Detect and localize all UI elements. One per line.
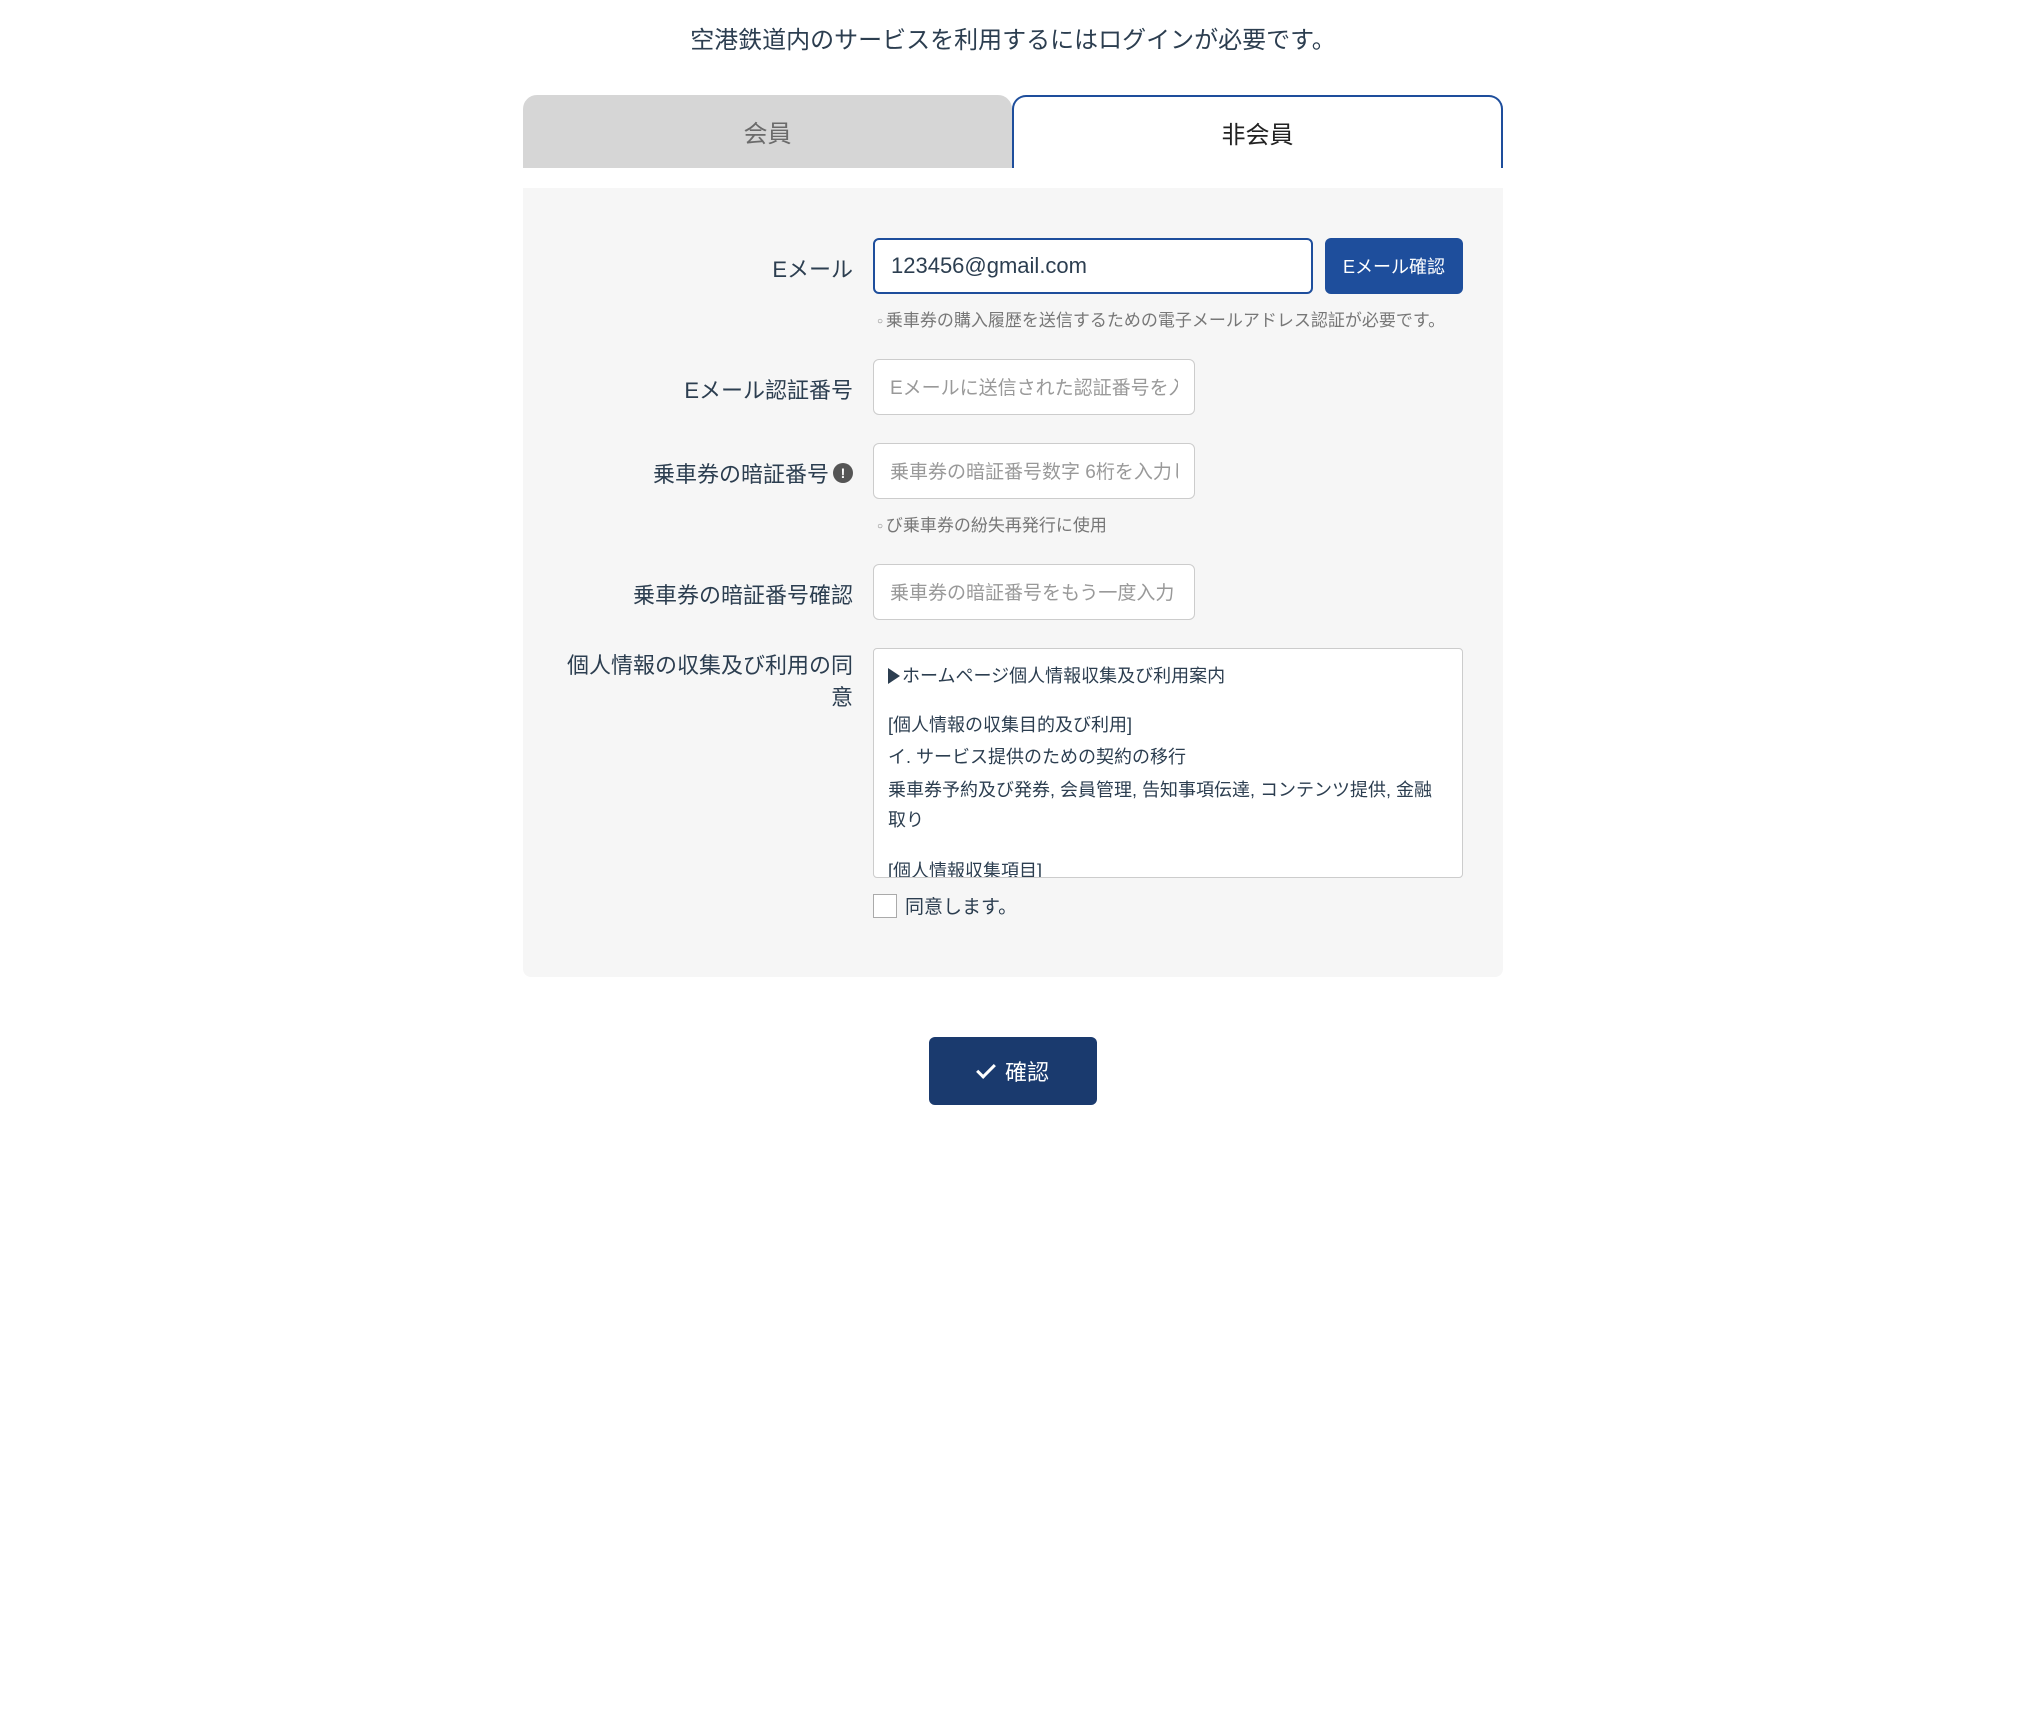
terms-body: [個人情報の収集目的及び利用] イ. サービス提供のための契約の移行 乗車券予約… bbox=[888, 710, 1448, 878]
row-privacy: 個人情報の収集及び利用の同意 ホームページ個人情報収集及び利用案内 [個人情報の… bbox=[563, 648, 1463, 919]
label-pin-text: 乗車券の暗証番号 bbox=[653, 457, 829, 489]
label-pin-confirm: 乗車券の暗証番号確認 bbox=[563, 564, 873, 610]
label-privacy: 個人情報の収集及び利用の同意 bbox=[563, 648, 873, 712]
pin-help-text: び乗車券の紛失再発行に使用 bbox=[873, 511, 1463, 536]
label-email: Eメール bbox=[563, 238, 873, 284]
row-auth-code: Eメール認証番号 bbox=[563, 359, 1463, 415]
agree-checkbox[interactable] bbox=[873, 894, 897, 918]
submit-row: 確認 bbox=[40, 1037, 1986, 1105]
email-help-text: 乗車券の購入履歴を送信するための電子メールアドレス認証が必要です。 bbox=[873, 306, 1463, 331]
pin-confirm-input[interactable] bbox=[873, 564, 1195, 620]
submit-button[interactable]: 確認 bbox=[929, 1037, 1097, 1105]
terms-section1-line1: イ. サービス提供のための契約の移行 bbox=[888, 742, 1448, 773]
email-input[interactable] bbox=[873, 238, 1313, 294]
label-auth-code: Eメール認証番号 bbox=[563, 359, 873, 405]
terms-heading-text: ホームページ個人情報収集及び利用案内 bbox=[902, 661, 1225, 692]
email-verify-button[interactable]: Eメール確認 bbox=[1325, 238, 1463, 294]
terms-box[interactable]: ホームページ個人情報収集及び利用案内 [個人情報の収集目的及び利用] イ. サー… bbox=[873, 648, 1463, 878]
row-email: Eメール Eメール確認 乗車券の購入履歴を送信するための電子メールアドレス認証が… bbox=[563, 238, 1463, 331]
tabs: 会員 非会員 bbox=[523, 95, 1503, 168]
tab-member[interactable]: 会員 bbox=[523, 95, 1012, 168]
page-subtitle: 空港鉄道内のサービスを利用するにはログインが必要です。 bbox=[40, 20, 1986, 55]
form-container: Eメール Eメール確認 乗車券の購入履歴を送信するための電子メールアドレス認証が… bbox=[523, 188, 1503, 977]
check-icon bbox=[976, 1059, 996, 1079]
info-icon[interactable] bbox=[833, 463, 853, 483]
row-pin: 乗車券の暗証番号 び乗車券の紛失再発行に使用 bbox=[563, 443, 1463, 536]
label-pin: 乗車券の暗証番号 bbox=[563, 443, 873, 489]
tab-nonmember[interactable]: 非会員 bbox=[1012, 95, 1503, 168]
auth-code-input[interactable] bbox=[873, 359, 1195, 415]
row-pin-confirm: 乗車券の暗証番号確認 bbox=[563, 564, 1463, 620]
submit-button-label: 確認 bbox=[1005, 1055, 1049, 1087]
terms-section1-line2: 乗車券予約及び発券, 会員管理, 告知事項伝達, コンテンツ提供, 金融取り bbox=[888, 775, 1448, 836]
agree-label: 同意します。 bbox=[905, 892, 1017, 919]
terms-section1-title: [個人情報の収集目的及び利用] bbox=[888, 710, 1448, 741]
pin-input[interactable] bbox=[873, 443, 1195, 499]
agree-row: 同意します。 bbox=[873, 892, 1463, 919]
triangle-right-icon bbox=[888, 668, 900, 684]
terms-section2-title: [個人情報収集項目] bbox=[888, 856, 1448, 878]
terms-heading: ホームページ個人情報収集及び利用案内 bbox=[888, 661, 1448, 692]
